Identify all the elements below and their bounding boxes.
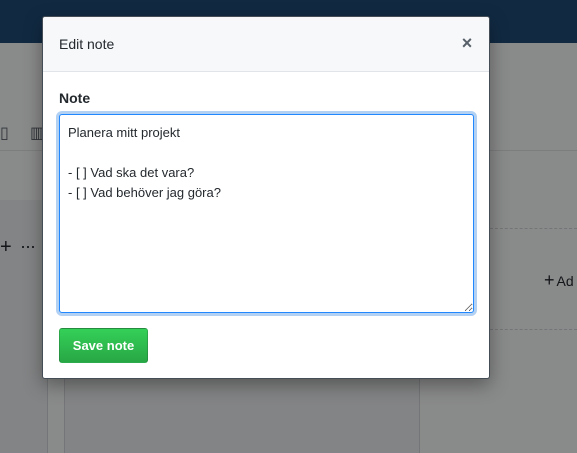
note-label: Note: [59, 90, 91, 106]
edit-note-dialog: Edit note × Note Save note: [42, 16, 490, 379]
close-icon[interactable]: ×: [459, 34, 475, 52]
dialog-header: Edit note ×: [43, 17, 489, 72]
note-textarea[interactable]: [59, 114, 474, 313]
save-note-button[interactable]: Save note: [59, 328, 148, 363]
dialog-title: Edit note: [59, 36, 115, 52]
